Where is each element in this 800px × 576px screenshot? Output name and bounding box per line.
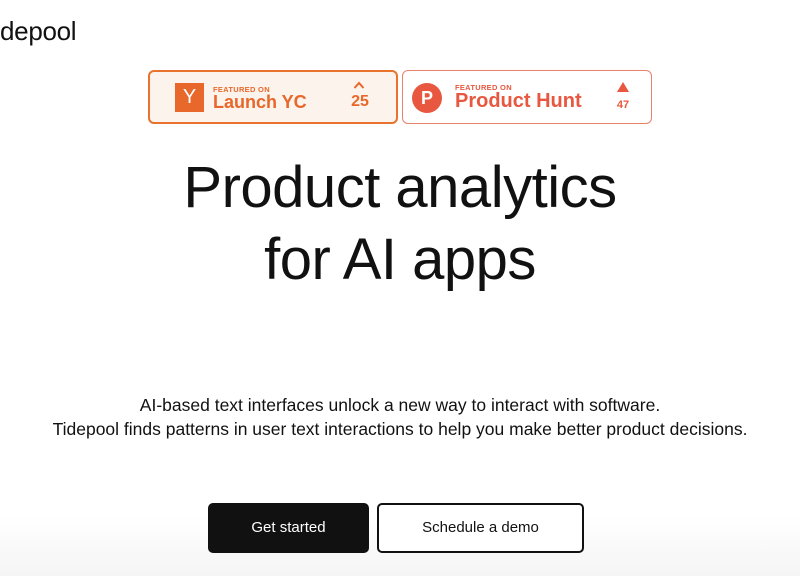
chevron-up-icon [353, 81, 365, 89]
hero-subtitle: AI-based text interfaces unlock a new wa… [0, 393, 800, 441]
yc-vote-count: 25 [351, 93, 369, 110]
yc-badge-name: Launch YC [213, 92, 307, 112]
hero-title-line-2: for AI apps [264, 227, 536, 292]
yc-logo-icon: Y [175, 83, 204, 112]
logo-text: depool [0, 16, 77, 46]
product-hunt-badge[interactable]: P FEATURED ON Product Hunt 47 [402, 70, 652, 124]
hero-title-line-1: Product analytics [183, 155, 617, 220]
hero-subtitle-line-2: Tidepool finds patterns in user text int… [52, 419, 748, 439]
launch-yc-badge[interactable]: Y FEATURED ON Launch YC 25 [148, 70, 398, 124]
upvote-triangle-icon [617, 82, 629, 92]
schedule-demo-button[interactable]: Schedule a demo [377, 503, 584, 553]
ph-vote-count: 47 [616, 99, 630, 111]
product-hunt-logo-icon: P [412, 83, 442, 113]
ph-badge-name: Product Hunt [455, 90, 582, 112]
hero-title: Product analytics for AI apps [0, 152, 800, 296]
get-started-button[interactable]: Get started [208, 503, 369, 553]
hero-subtitle-line-1: AI-based text interfaces unlock a new wa… [139, 395, 661, 415]
site-logo[interactable]: depool [0, 16, 96, 46]
